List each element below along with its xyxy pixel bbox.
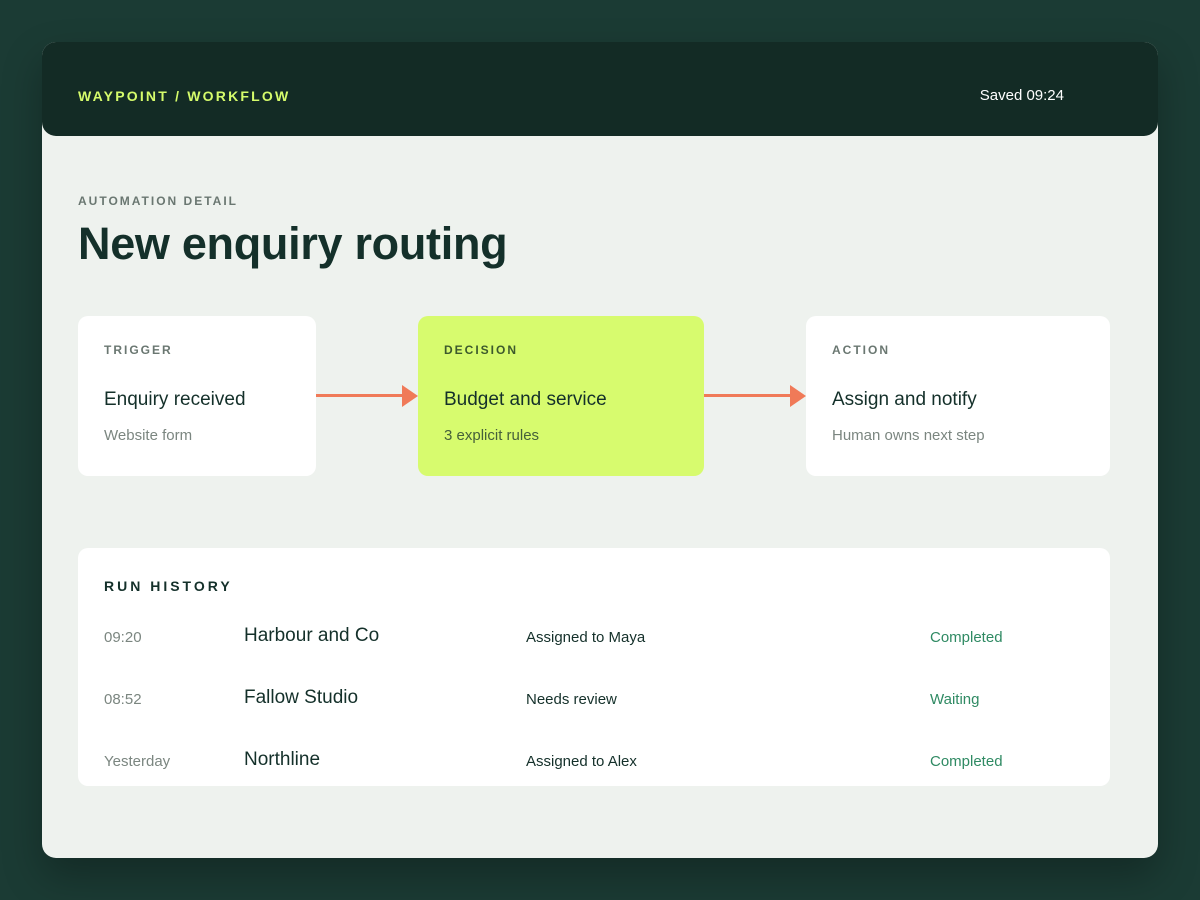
status-badge: Waiting [930,691,980,708]
arrow-decision-to-action [704,385,806,407]
run-time: 08:52 [104,691,142,708]
action-title: Assign and notify [832,389,977,410]
run-action: Assigned to Alex [526,753,637,770]
run-history-title: RUN HISTORY [104,578,233,594]
save-status: Saved 09:24 [979,87,1064,104]
run-client-name: Northline [244,749,321,770]
table-row[interactable]: 09:20 Harbour and Co Assigned to Maya Co… [78,622,1110,652]
run-action: Needs review [526,691,617,708]
arrow-trigger-to-decision [316,385,418,407]
trigger-card[interactable]: TRIGGER Enquiry received Website form [78,316,316,476]
run-history-panel: RUN HISTORY 09:20 Harbour and Co Assigne… [78,548,1110,786]
page-title: New enquiry routing [78,218,508,269]
run-action: Assigned to Maya [526,629,646,646]
breadcrumb[interactable]: WAYPOINT / WORKFLOW [78,88,290,104]
decision-label: DECISION [444,343,519,357]
action-label: ACTION [832,343,890,357]
action-card[interactable]: ACTION Assign and notify Human owns next… [806,316,1110,476]
top-bar: WAYPOINT / WORKFLOW Saved 09:24 [42,42,1158,136]
run-client-name: Harbour and Co [244,625,380,646]
run-client-name: Fallow Studio [244,687,359,708]
run-time: Yesterday [104,753,171,770]
page-eyebrow: AUTOMATION DETAIL [78,194,238,208]
action-subtitle: Human owns next step [832,427,985,444]
decision-card[interactable]: DECISION Budget and service 3 explicit r… [418,316,704,476]
decision-title: Budget and service [444,389,607,410]
trigger-title: Enquiry received [104,389,246,410]
trigger-label: TRIGGER [104,343,173,357]
status-badge: Completed [930,753,1003,770]
table-row[interactable]: 08:52 Fallow Studio Needs review Waiting [78,684,1110,714]
app-window: WAYPOINT / WORKFLOW Saved 09:24 AUTOMATI… [42,42,1158,858]
status-badge: Completed [930,629,1003,646]
decision-subtitle: 3 explicit rules [444,427,540,444]
table-row[interactable]: Yesterday Northline Assigned to Alex Com… [78,746,1110,776]
run-time: 09:20 [104,629,142,646]
trigger-subtitle: Website form [104,427,193,444]
